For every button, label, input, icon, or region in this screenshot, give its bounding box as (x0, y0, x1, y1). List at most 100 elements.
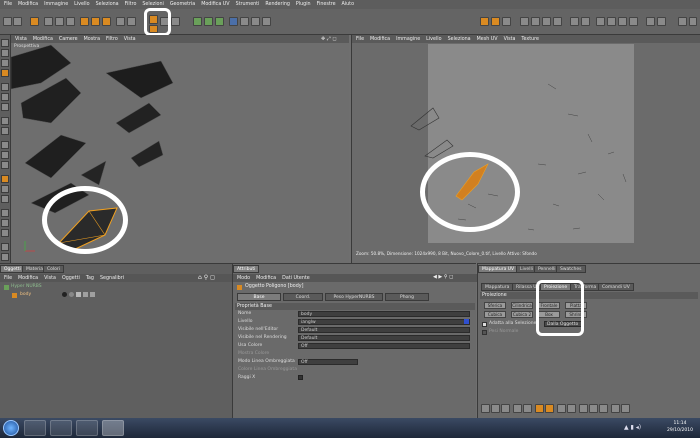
texture-tag-icon[interactable] (69, 292, 74, 297)
lock-icon[interactable] (1, 209, 9, 217)
y-axis-icon[interactable] (91, 17, 100, 26)
model-mode-icon[interactable] (1, 39, 9, 47)
cube-icon[interactable] (193, 17, 202, 26)
uv-tool-icon[interactable] (501, 404, 510, 413)
axis-mode-icon[interactable] (1, 69, 9, 77)
menu-geometria[interactable]: Geometria (170, 2, 195, 7)
objects-menu-segnalibri[interactable]: Segnalibri (100, 276, 124, 281)
sculpt-icon[interactable] (1, 195, 9, 203)
layer-browser-icon[interactable] (1, 243, 9, 251)
uvw-tag-icon[interactable] (76, 292, 81, 297)
paint-brush-icon[interactable] (480, 17, 489, 26)
uv-polygon-mode-icon[interactable] (1, 127, 9, 135)
attributes-nav-icons[interactable]: ◀ ▶ ⚲ ◻ (433, 274, 453, 280)
rotate-icon[interactable] (66, 17, 75, 26)
z-axis-icon[interactable] (102, 17, 111, 26)
tab-colori[interactable]: Colori (43, 265, 64, 273)
undo-icon[interactable] (3, 17, 12, 26)
text-tool-icon[interactable] (570, 17, 579, 26)
taskbar-media-icon[interactable] (50, 420, 72, 436)
brush-mode-icon[interactable] (1, 185, 9, 193)
object-mode-icon[interactable] (1, 49, 9, 57)
tag-icons[interactable] (62, 292, 102, 298)
uv-tool-icon[interactable] (567, 404, 576, 413)
viewport-menu-modifica[interactable]: Modifica (33, 37, 53, 42)
select-ellipse-icon[interactable] (531, 17, 540, 26)
redo-icon[interactable] (13, 17, 22, 26)
select-rect-icon[interactable] (520, 17, 529, 26)
selection-tag-icon[interactable] (83, 292, 88, 297)
uv-menu-immagine[interactable]: Immagine (396, 37, 420, 42)
render-settings-icon[interactable] (1, 253, 9, 261)
viewport-menu-vista[interactable]: Vista (15, 37, 27, 42)
uv-menu-modifica[interactable]: Modifica (370, 37, 390, 42)
x-axis-icon[interactable] (80, 17, 89, 26)
move-icon[interactable] (44, 17, 53, 26)
uv-tool-icon[interactable] (611, 404, 620, 413)
dodge-icon[interactable] (629, 17, 638, 26)
objects-menu-file[interactable]: File (4, 276, 12, 281)
live-select-icon[interactable] (30, 17, 39, 26)
uv-menu-seleziona[interactable]: Seleziona (448, 37, 471, 42)
uv-menu-vista[interactable]: Vista (504, 37, 516, 42)
menu-file[interactable]: File (4, 2, 12, 7)
texture-mode-icon[interactable] (1, 59, 9, 67)
tweak-mode-icon[interactable] (1, 141, 9, 149)
edge-mode-icon[interactable] (1, 93, 9, 101)
scale-icon[interactable] (55, 17, 64, 26)
uv-tool-icon[interactable] (599, 404, 608, 413)
tray-icons[interactable]: ▲ ▮ ◂) (624, 424, 660, 432)
objects-menu-oggetti[interactable]: Oggetti (62, 276, 80, 281)
adatta-selezione-checkbox[interactable] (482, 322, 487, 327)
smudge-icon[interactable] (618, 17, 627, 26)
cilindrica-button[interactable]: Cilindrica (511, 302, 533, 309)
menu-strumenti[interactable]: Strumenti (236, 2, 260, 7)
subtab-peso-hypernurbs[interactable]: Peso HyperNURBS (325, 293, 383, 301)
uv-tool-icon[interactable] (589, 404, 598, 413)
uv-point-mode-icon[interactable] (1, 117, 9, 125)
lasso-icon[interactable] (542, 17, 551, 26)
menu-modifica-uv[interactable]: Modifica UV (201, 2, 229, 7)
workplane-icon[interactable] (1, 161, 9, 169)
light-icon[interactable] (262, 17, 271, 26)
camera-icon[interactable] (251, 17, 260, 26)
tab-attributi[interactable]: Attributi (233, 265, 260, 273)
subtab-base[interactable]: Base (237, 293, 281, 301)
eraser-icon[interactable] (607, 17, 616, 26)
selection-tag-icon[interactable] (90, 292, 95, 297)
menu-rendering[interactable]: Rendering (265, 2, 290, 7)
uv-tool-icon[interactable] (481, 404, 490, 413)
eyedropper-icon[interactable] (1, 219, 9, 227)
tab-swatches[interactable]: Swatches (556, 265, 586, 273)
prop-nome-input[interactable]: body (298, 310, 470, 317)
polygon-mode-icon[interactable] (1, 103, 9, 111)
object-row[interactable]: Hyper NURBS (2, 284, 230, 291)
viewport-nav-icons[interactable]: ✥ ⤢ ◻ (321, 36, 347, 42)
viewport-menu-vista2[interactable]: Vista (124, 37, 136, 42)
object-row[interactable]: body (2, 292, 230, 299)
attr-menu-dati-utente[interactable]: Dati Utente (282, 276, 310, 281)
nurbs-icon[interactable] (215, 17, 224, 26)
cubica-button[interactable]: Cubica (484, 311, 506, 318)
subtab-coord[interactable]: Coord. (283, 293, 323, 301)
uv-tool-icon[interactable] (523, 404, 532, 413)
objects-header-icons[interactable]: ⌂ ⚲ ◻ (198, 274, 215, 281)
sferica-button[interactable]: Sferica (484, 302, 506, 309)
subtab-comandi-uv[interactable]: Comandi UV (598, 283, 634, 291)
pesi-normale-checkbox[interactable] (482, 330, 487, 335)
phong-tag-icon[interactable] (62, 292, 67, 297)
raggi-x-checkbox[interactable] (298, 375, 303, 380)
uv-tool-icon[interactable] (557, 404, 566, 413)
menu-selezioni[interactable]: Selezioni (142, 2, 163, 7)
layout-icon[interactable] (678, 17, 687, 26)
uv-tool-icon[interactable] (491, 404, 500, 413)
fill-icon[interactable] (502, 17, 511, 26)
prop-visibile-editor-select[interactable]: Default (298, 326, 470, 333)
uv-tool-icon[interactable] (535, 404, 544, 413)
scene-icon[interactable] (240, 17, 249, 26)
prop-modo-linea-select[interactable]: Off (298, 358, 358, 365)
viewport-menu-camere[interactable]: Camere (59, 37, 78, 42)
prop-visibile-rendering-select[interactable]: Default (298, 334, 470, 341)
objects-menu-modifica[interactable]: Modifica (18, 276, 38, 281)
clock[interactable]: 11:14 29/10/2010 (662, 420, 698, 434)
